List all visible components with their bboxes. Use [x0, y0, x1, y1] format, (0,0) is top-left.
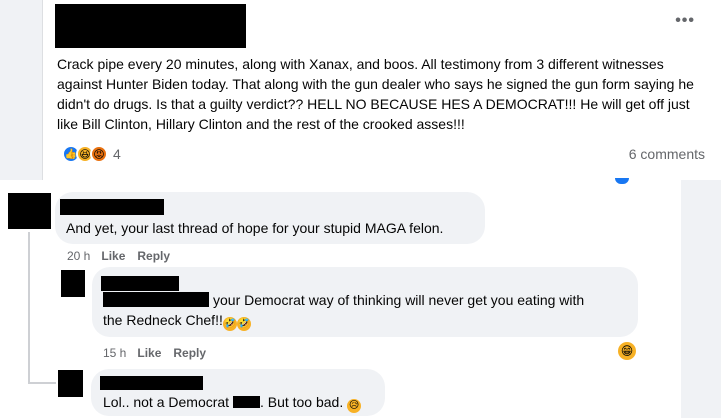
comment-timestamp[interactable]: 20 h	[67, 249, 90, 263]
more-options-icon[interactable]: •••	[675, 13, 695, 29]
comment-text: Lol.. not a Democrat . But too bad. 😥	[103, 392, 362, 413]
redacted-author-name	[55, 4, 246, 48]
comment-text-fragment: . But too bad.	[259, 394, 344, 410]
reaction-count: 4	[113, 146, 121, 162]
comment-text-fragment: Lol.. not a Democrat	[103, 394, 230, 410]
rofl-emoji-icon: 🤣	[236, 317, 251, 331]
comment-text: your Democrat way of thinking will never…	[213, 292, 585, 308]
comment-bubble: And yet, your last thread of hope for yo…	[55, 192, 485, 244]
facebook-post-view: ••• Crack pipe every 20 minutes, along w…	[0, 0, 721, 418]
avatar[interactable]	[61, 270, 85, 297]
comment-bubble: Lol.. not a Democrat . But too bad. 😥	[91, 369, 385, 416]
comment-actions: 20 h Like Reply	[67, 249, 182, 263]
comment-count-link[interactable]: 6 comments	[629, 146, 705, 162]
comment-bubble: your Democrat way of thinking will never…	[92, 267, 638, 337]
redacted-commenter-name	[100, 376, 203, 390]
post-text: Crack pipe every 20 minutes, along with …	[57, 56, 694, 132]
thread-connector	[28, 232, 30, 382]
post-card: ••• Crack pipe every 20 minutes, along w…	[42, 0, 721, 180]
comment-text-fragment: the Redneck Chef!!	[103, 312, 223, 328]
grin-reaction-icon[interactable]: 😁	[618, 342, 636, 360]
angry-icon: 😡	[90, 145, 108, 163]
comment-text-line2: the Redneck Chef!!🤣 🤣	[103, 310, 251, 331]
avatar[interactable]	[8, 193, 51, 229]
redacted-word	[232, 396, 260, 408]
reaction-summary[interactable]: 👍 😆 😡 4	[62, 144, 121, 164]
reply-button[interactable]: Reply	[137, 249, 170, 263]
thread-connector	[28, 382, 56, 384]
redacted-commenter-name	[60, 199, 164, 215]
rofl-emoji-icon: 🤣	[222, 317, 237, 331]
redacted-mention	[103, 292, 209, 307]
reply-button[interactable]: Reply	[173, 346, 206, 360]
comment-actions: 15 h Like Reply	[103, 346, 218, 360]
comment-timestamp[interactable]: 15 h	[103, 346, 126, 360]
comment-text: And yet, your last thread of hope for yo…	[66, 220, 444, 236]
redacted-commenter-name	[101, 276, 179, 291]
avatar[interactable]	[58, 370, 83, 397]
like-button[interactable]: Like	[101, 249, 125, 263]
like-button[interactable]: Like	[137, 346, 161, 360]
right-gutter	[681, 180, 721, 418]
sad-emoji-icon: 😥	[347, 399, 362, 413]
